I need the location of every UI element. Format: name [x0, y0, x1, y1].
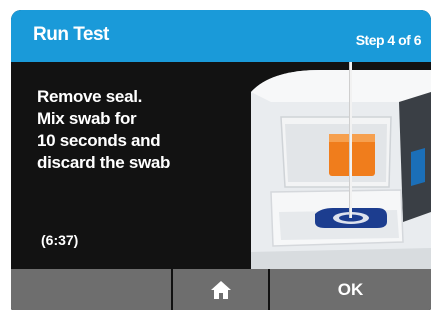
ok-button[interactable]: OK	[270, 269, 431, 310]
instruction-line: 10 seconds and	[37, 131, 161, 150]
blank-button	[11, 269, 171, 310]
footer-bar: OK	[11, 269, 431, 310]
instruction-line: Remove seal.	[37, 87, 143, 106]
instruction-line: discard the swab	[37, 153, 171, 172]
header-bar: Run Test Step 4 of 6	[11, 10, 431, 62]
home-button[interactable]	[173, 269, 268, 310]
content-area: Remove seal. Mix swab for 10 seconds and…	[11, 62, 431, 269]
device-screen: Run Test Step 4 of 6 Remove seal. Mix sw…	[11, 10, 431, 310]
device-illustration	[251, 62, 431, 269]
instruction-line: Mix swab for	[37, 109, 137, 128]
home-icon	[210, 280, 231, 299]
page-title: Run Test	[33, 24, 109, 45]
countdown-timer: (6:37)	[41, 232, 79, 248]
step-indicator: Step 4 of 6	[355, 32, 422, 48]
instruction-text: Remove seal. Mix swab for 10 seconds and…	[37, 86, 237, 174]
